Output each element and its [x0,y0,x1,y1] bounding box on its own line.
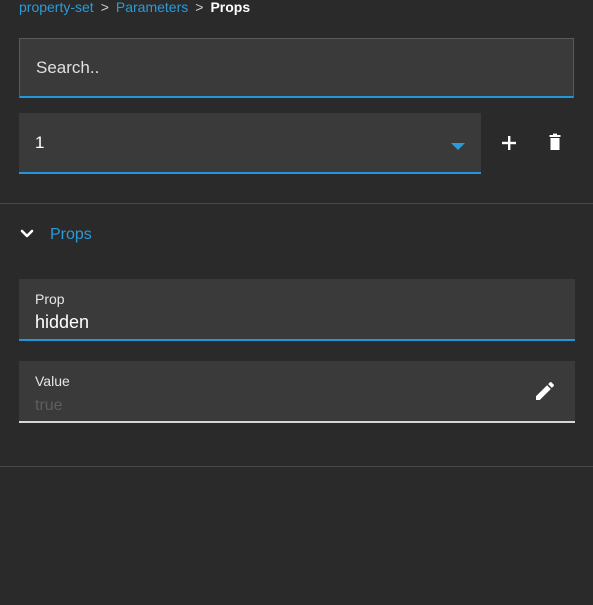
breadcrumb-separator: > [100,0,109,15]
add-button[interactable] [497,131,521,155]
divider [0,203,593,204]
breadcrumb-link-property-set[interactable]: property-set [19,0,94,15]
prop-field-value: hidden [35,312,90,332]
trash-icon [549,133,561,150]
prop-field[interactable]: Prop hidden [19,279,575,341]
breadcrumb: property-set > Parameters > Props [19,0,250,16]
chevron-down-icon [20,229,34,238]
value-field-placeholder: true [35,397,63,414]
prop-field-label: Prop [35,291,65,307]
edit-button[interactable] [533,379,557,403]
pencil-icon [536,381,555,400]
section-title: Props [50,226,92,243]
breadcrumb-separator: > [195,0,204,15]
caret-down-icon [451,143,465,150]
divider [0,466,593,467]
value-field-label: Value [35,373,70,389]
breadcrumb-current: Props [210,0,251,15]
parameter-select-value: 1 [35,133,45,152]
value-field[interactable]: Value true [19,361,575,423]
search-field [19,38,574,98]
delete-button[interactable] [543,131,567,155]
plus-icon [502,136,516,150]
breadcrumb-link-parameters[interactable]: Parameters [116,0,188,15]
properties-panel: property-set > Parameters > Props 1 Props Pr… [0,0,593,605]
parameter-select[interactable]: 1 [19,113,481,174]
search-input[interactable] [36,39,556,97]
